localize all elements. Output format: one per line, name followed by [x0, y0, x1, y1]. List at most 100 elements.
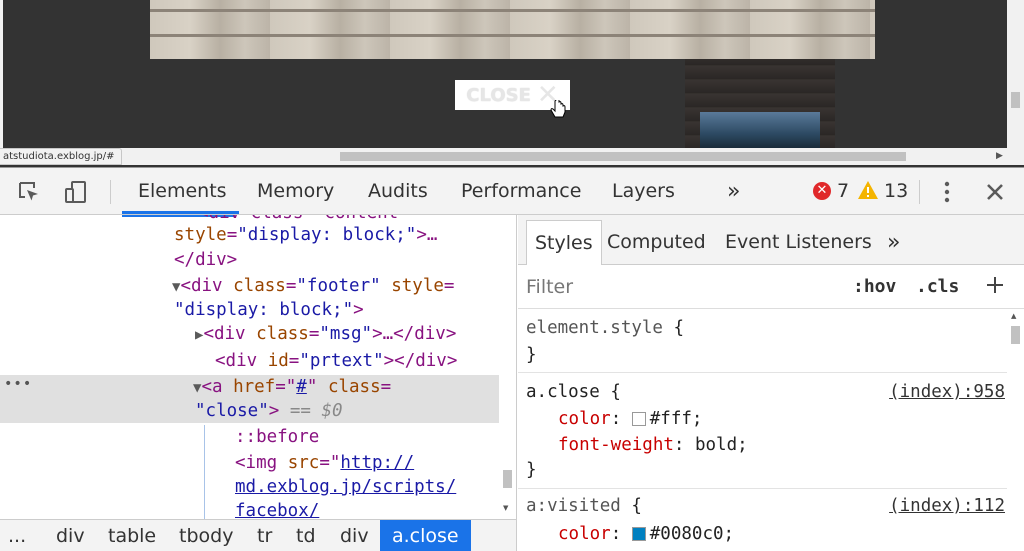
brace-open: { — [631, 496, 642, 516]
tab-styles[interactable]: Styles — [526, 220, 602, 265]
toggle-hover-state-button[interactable]: :hov — [853, 274, 896, 300]
dom-line-a-class-value[interactable]: "close"> == $0 — [195, 399, 343, 424]
attr-value: "display: block;" — [237, 225, 417, 245]
dom-line-close-div[interactable]: </div> — [174, 248, 237, 273]
breadcrumb-item-table[interactable]: table — [108, 520, 156, 551]
breadcrumb-item-tbody[interactable]: tbody — [179, 520, 233, 551]
brace-close: } — [526, 460, 537, 480]
tab-performance[interactable]: Performance — [461, 168, 581, 215]
breadcrumb-item-div[interactable]: div — [56, 520, 85, 551]
tag-open: <a — [201, 377, 223, 397]
scroll-up-arrow-icon[interactable]: ▲ — [1011, 312, 1016, 320]
dom-line-footer-div[interactable]: ▼<div class="footer" style= — [172, 274, 454, 299]
dom-line-img-src-cont2[interactable]: facebox/ — [235, 499, 319, 519]
attr-value: "close" — [195, 401, 269, 421]
attr-name: src — [287, 453, 320, 473]
status-bar-url: atstudiota.exblog.jp/# — [0, 148, 122, 165]
dom-line-msg-div[interactable]: ▶<div class="msg">…</div> — [195, 322, 456, 347]
dom-vertical-scrollbar[interactable]: ▼ — [499, 215, 516, 519]
attr-value: "display: block;" — [174, 300, 354, 320]
dom-line-prtext-div[interactable]: <div id="prtext"></div> — [215, 349, 457, 374]
dom-line-img-src-cont[interactable]: md.exblog.jp/scripts/ — [235, 475, 456, 500]
attr-value: "footer" — [296, 276, 381, 296]
rule-a-visited-selector[interactable]: a:visited { — [526, 494, 642, 519]
breadcrumb-item-tr[interactable]: tr — [257, 520, 272, 551]
dom-vscroll-thumb[interactable] — [503, 470, 512, 488]
attr-name: class — [233, 276, 286, 296]
styles-filter-input[interactable]: Filter — [526, 274, 573, 300]
attr-value: "msg" — [319, 324, 373, 344]
rule-a-close-selector[interactable]: a.close { — [526, 380, 621, 405]
viewport-vertical-scrollbar[interactable] — [1007, 0, 1024, 148]
error-count[interactable]: 7 — [837, 168, 849, 215]
declaration-font-weight[interactable]: font-weight: bold; — [558, 433, 748, 458]
breadcrumb-item-div-2[interactable]: div — [340, 520, 369, 551]
tab-computed[interactable]: Computed — [607, 220, 706, 265]
color-swatch-icon[interactable] — [631, 527, 646, 541]
tab-elements[interactable]: Elements — [138, 168, 227, 215]
color-swatch-icon[interactable] — [631, 412, 646, 426]
toggle-classes-button[interactable]: .cls — [916, 274, 959, 300]
selected-node-marker: == $0 — [289, 401, 343, 421]
inspect-element-icon[interactable] — [17, 180, 41, 204]
rule-source-link[interactable]: (index):958 — [889, 380, 1005, 405]
styles-vscroll-thumb[interactable] — [1011, 326, 1020, 344]
tag-rest: >…</div> — [372, 324, 457, 344]
toolbar-divider-2 — [919, 180, 920, 204]
viewport-horizontal-scrollbar[interactable]: ▶ — [0, 148, 1024, 165]
rule-a-close-close: } — [526, 458, 537, 483]
tab-memory[interactable]: Memory — [257, 168, 334, 215]
scroll-down-arrow-icon[interactable]: ▼ — [503, 504, 508, 512]
tab-layers[interactable]: Layers — [612, 168, 675, 215]
href-link[interactable]: # — [296, 377, 307, 397]
more-options-icon[interactable] — [938, 178, 956, 206]
dom-line-pseudo-before[interactable]: ::before — [235, 425, 319, 450]
attr-name: class — [327, 377, 381, 397]
declaration-visited-color[interactable]: color: #0080c0; — [558, 522, 734, 547]
viewport-hscroll-thumb[interactable] — [340, 152, 906, 161]
more-sidebar-tabs-icon[interactable]: » — [887, 220, 900, 265]
src-link[interactable]: facebox/ — [235, 501, 319, 519]
rule-element-style-selector[interactable]: element.style { — [526, 316, 684, 341]
tag-open: <img — [235, 453, 278, 473]
declaration-color[interactable]: color: #fff; — [558, 407, 702, 432]
scroll-right-arrow-icon[interactable]: ▶ — [996, 151, 1003, 161]
rule-divider — [518, 372, 1007, 373]
rule-source-link[interactable]: (index):112 — [889, 494, 1005, 519]
property-name: font-weight — [558, 435, 674, 455]
dom-line-footer-style[interactable]: "display: block;"> — [174, 298, 364, 323]
src-link[interactable]: md.exblog.jp/scripts/ — [235, 477, 456, 497]
breadcrumb: ... div table tbody tr td div a.close — [0, 519, 517, 551]
dom-line-style-attr[interactable]: style="display: block;">… — [174, 223, 437, 248]
warning-icon[interactable] — [857, 180, 879, 200]
breadcrumb-ellipsis[interactable]: ... — [8, 520, 26, 551]
close-devtools-icon[interactable] — [983, 178, 1007, 206]
tab-audits[interactable]: Audits — [368, 168, 428, 215]
viewport-left-edge — [0, 0, 3, 148]
device-toolbar-icon[interactable] — [64, 180, 88, 204]
tag-rest: ></div> — [383, 351, 458, 371]
styles-vertical-scrollbar[interactable]: ▲ — [1007, 310, 1024, 551]
add-rule-icon[interactable] — [984, 270, 1006, 300]
sidebar-tabs: Styles Computed Event Listeners » — [518, 215, 1024, 265]
brace-close: } — [526, 345, 537, 365]
styles-sidebar: Styles Computed Event Listeners » Filter… — [518, 215, 1024, 551]
breadcrumb-item-active[interactable]: a.close — [380, 520, 471, 551]
property-name: color — [558, 524, 611, 544]
rule-element-style-close: } — [526, 343, 537, 368]
breadcrumb-item-td[interactable]: td — [296, 520, 316, 551]
viewport-vscroll-thumb[interactable] — [1011, 92, 1020, 108]
src-link[interactable]: http:// — [340, 453, 414, 473]
dom-line-a-close[interactable]: ▼<a href="#" class= — [193, 375, 391, 400]
selector: a:visited — [526, 496, 621, 516]
selector: a.close — [526, 382, 600, 402]
more-tabs-icon[interactable]: » — [727, 168, 740, 215]
dom-line-img[interactable]: <img src="http:// — [235, 451, 414, 476]
equals-sign: = — [443, 276, 455, 296]
tag-open: <div — [215, 351, 258, 371]
error-icon[interactable]: ✕ — [813, 182, 831, 200]
tab-event-listeners[interactable]: Event Listeners — [725, 220, 872, 265]
warning-count[interactable]: 13 — [884, 168, 908, 215]
hand-cursor-icon — [550, 100, 566, 118]
property-value: #fff; — [649, 409, 703, 429]
